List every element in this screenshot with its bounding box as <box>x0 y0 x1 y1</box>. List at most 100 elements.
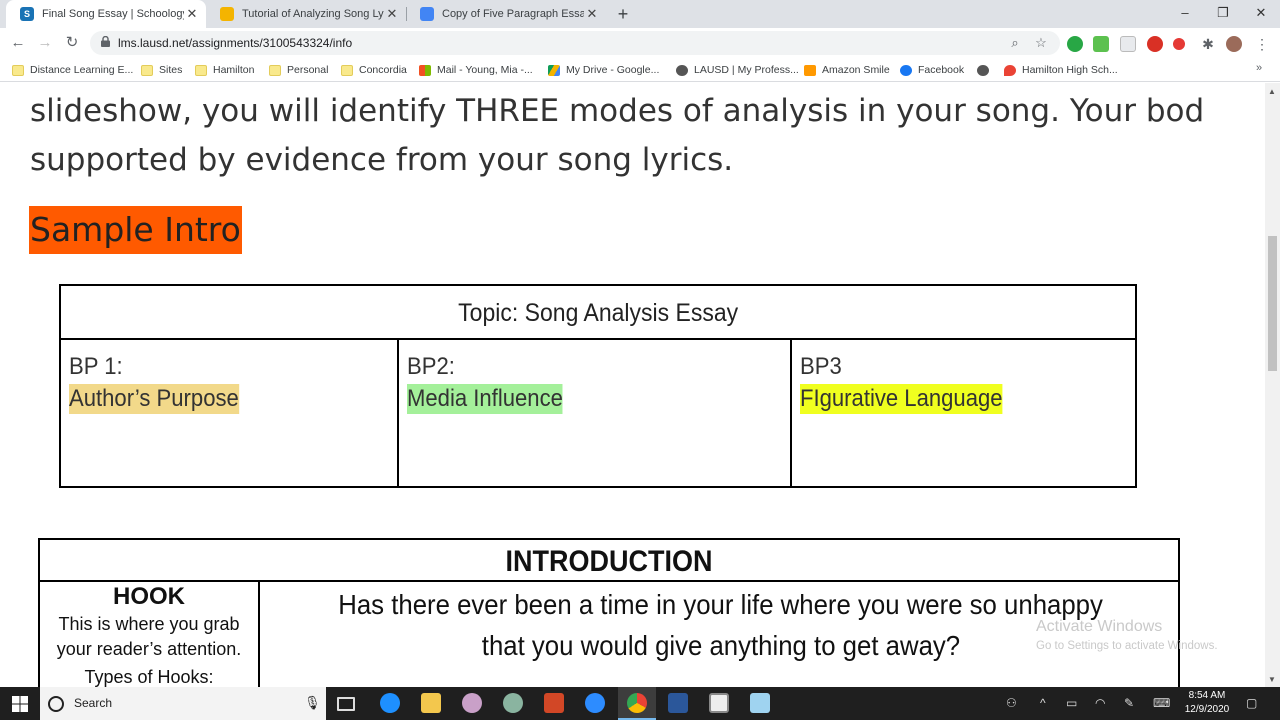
zoom-icon[interactable]: ⌕ <box>1007 35 1023 51</box>
browser-toolbar: ← → ↻ lms.lausd.net/assignments/31005433… <box>0 28 1280 58</box>
tab-essay-doc[interactable]: Copy of Five Paragraph Essay For ✕ <box>406 0 606 28</box>
bp-value: Author’s Purpose <box>69 384 239 414</box>
bookmark-label: Amazon Smile <box>822 64 890 76</box>
notifications-icon[interactable]: ▢ <box>1246 696 1257 710</box>
tab-title: Final Song Essay | Schoology <box>42 8 184 20</box>
minimize-icon[interactable]: – <box>1166 0 1204 28</box>
scroll-up-icon[interactable]: ▲ <box>1268 87 1276 96</box>
clock-date: 12/9/2020 <box>1184 704 1230 715</box>
bookmark-my-drive[interactable]: My Drive - Google... <box>548 63 659 77</box>
word-icon[interactable] <box>668 693 688 713</box>
close-tab-icon[interactable]: ✕ <box>584 6 600 22</box>
bp-value: Media Influence <box>407 384 563 414</box>
extensions-puzzle-icon[interactable]: ✱ <box>1200 36 1216 52</box>
reload-icon[interactable]: ↻ <box>62 33 82 53</box>
keyboard-icon[interactable]: ⌨ <box>1153 696 1170 710</box>
taskbar-search-box[interactable]: Search 🎙 <box>40 687 326 720</box>
windows-start-icon[interactable] <box>12 696 28 712</box>
bookmark-label: Hamilton <box>213 64 255 76</box>
close-window-icon[interactable]: ✕ <box>1242 0 1280 28</box>
bookmark-label: Concordia <box>359 64 407 76</box>
scroll-down-icon[interactable]: ▼ <box>1268 675 1276 684</box>
restore-icon[interactable]: ❐ <box>1204 0 1242 28</box>
paint-icon[interactable] <box>462 693 482 713</box>
clock-time: 8:54 AM <box>1188 690 1226 701</box>
app-icon[interactable] <box>503 693 523 713</box>
forward-icon[interactable]: → <box>35 33 55 53</box>
url-text: lms.lausd.net/assignments/3100543324/inf… <box>118 36 353 50</box>
tab-schoology[interactable]: S Final Song Essay | Schoology ✕ <box>6 0 206 28</box>
extension-screencast-icon[interactable] <box>1147 36 1163 52</box>
new-tab-button[interactable]: + <box>613 4 633 24</box>
folder-icon <box>269 64 281 76</box>
scrollbar-thumb[interactable] <box>1268 236 1277 371</box>
zoom-app-icon[interactable] <box>585 693 605 713</box>
close-tab-icon[interactable]: ✕ <box>384 6 400 22</box>
extension-grammarly-icon[interactable] <box>1067 36 1083 52</box>
topic-header: Topic: Song Analysis Essay <box>61 286 1135 340</box>
bookmark-hamilton[interactable]: Hamilton <box>195 63 254 77</box>
file-explorer-icon[interactable] <box>421 693 441 713</box>
bookmark-mail[interactable]: Mail - Young, Mia -... <box>419 63 533 77</box>
bookmark-personal[interactable]: Personal <box>269 63 328 77</box>
task-view-icon[interactable] <box>337 697 355 711</box>
bookmark-concordia[interactable]: Concordia <box>341 63 407 77</box>
extension-doc-icon[interactable] <box>1120 36 1136 52</box>
bookmark-globe[interactable] <box>977 63 995 77</box>
paragraph-line: slideshow, you will identify THREE modes… <box>30 93 1205 129</box>
body-paragraph-2-cell: BP2: Media Influence <box>399 342 790 486</box>
bookmark-star-icon[interactable]: ☆ <box>1033 35 1049 51</box>
bookmark-sites[interactable]: Sites <box>141 63 182 77</box>
sample-intro-heading: Sample Intro <box>29 206 242 254</box>
page-content: slideshow, you will identify THREE modes… <box>0 83 1265 687</box>
photos-icon[interactable] <box>709 693 729 713</box>
close-tab-icon[interactable]: ✕ <box>184 6 200 22</box>
hook-text-line: that you would give anything to get away… <box>481 630 961 661</box>
battery-icon[interactable]: ▭ <box>1066 696 1077 710</box>
bookmark-distance-learning[interactable]: Distance Learning E... <box>12 63 133 77</box>
activate-windows-watermark: Activate Windows Go to Settings to activ… <box>1036 618 1218 652</box>
bookmark-label: Sites <box>159 64 183 76</box>
extension-record-icon[interactable] <box>1173 38 1185 50</box>
people-icon[interactable]: ⚇ <box>1006 696 1017 710</box>
pen-icon[interactable]: ✎ <box>1124 696 1134 710</box>
bookmark-hamilton-high[interactable]: Hamilton High Sch... <box>1004 63 1118 77</box>
microsoft-icon <box>419 64 431 76</box>
folder-icon <box>141 64 153 76</box>
address-bar[interactable]: lms.lausd.net/assignments/3100543324/inf… <box>90 31 1060 55</box>
microphone-icon[interactable]: 🎙 <box>304 695 321 711</box>
tab-tutorial[interactable]: Tutorial of Analyzing Song Lyrics ✕ <box>206 0 406 28</box>
google-drive-icon <box>548 64 560 76</box>
body-paragraph-1-cell: BP 1: Author’s Purpose <box>61 342 397 486</box>
profile-avatar[interactable] <box>1226 36 1242 52</box>
edge-icon[interactable] <box>380 693 400 713</box>
watermark-title: Activate Windows <box>1036 618 1163 635</box>
show-hidden-icons[interactable]: ^ <box>1040 696 1046 710</box>
system-clock[interactable]: 8:54 AM 12/9/2020 <box>1180 689 1234 717</box>
bookmark-label: Mail - Young, Mia -... <box>437 64 533 76</box>
bp-value: FIgurative Language <box>800 384 1003 414</box>
bookmark-lausd[interactable]: LAUSD | My Profess... <box>676 63 799 77</box>
menu-icon[interactable]: ⋮ <box>1254 36 1270 52</box>
powerpoint-icon[interactable] <box>544 693 564 713</box>
lock-icon <box>101 36 110 47</box>
topic-header-text: Topic: Song Analysis Essay <box>458 299 738 327</box>
windows-taskbar: Search 🎙 ⚇ ^ ▭ ◠ ✎ ⌨ 8:54 AM 12/9/2020 ▢ <box>0 687 1280 720</box>
folder-icon <box>195 64 207 76</box>
chrome-icon[interactable] <box>627 693 647 713</box>
back-icon[interactable]: ← <box>8 33 28 53</box>
bookmark-label: LAUSD | My Profess... <box>694 64 799 76</box>
wifi-icon[interactable]: ◠ <box>1095 696 1105 710</box>
snipping-tool-icon[interactable] <box>750 693 770 713</box>
maps-pin-icon <box>1004 64 1016 76</box>
hook-cell: HOOK This is where you grab your reader’… <box>40 582 260 687</box>
tab-strip: S Final Song Essay | Schoology ✕ Tutoria… <box>0 0 1280 28</box>
bookmark-label: Hamilton High Sch... <box>1022 64 1118 76</box>
bookmark-amazon-smile[interactable]: Amazon Smile <box>804 63 890 77</box>
introduction-header: INTRODUCTION <box>40 540 1178 582</box>
bookmark-facebook[interactable]: Facebook <box>900 63 964 77</box>
extension-classroom-icon[interactable] <box>1093 36 1109 52</box>
bookmarks-overflow-icon[interactable]: » <box>1256 62 1262 74</box>
page-scrollbar[interactable]: ▲ ▼ <box>1265 83 1280 687</box>
introduction-header-text: INTRODUCTION <box>505 545 713 578</box>
